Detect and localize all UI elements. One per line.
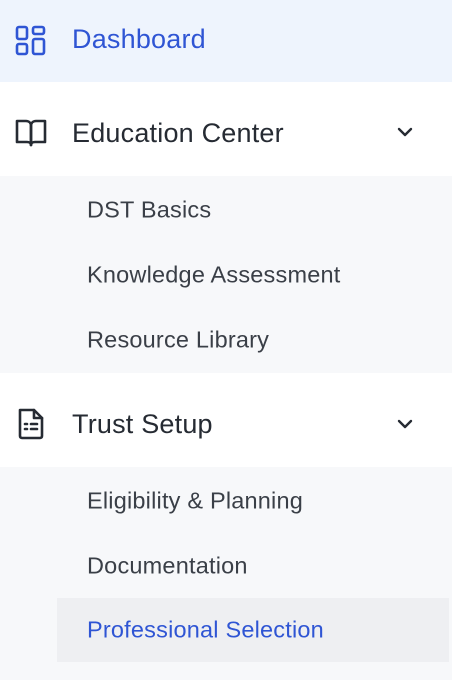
sidebar-group-trust-setup-label: Trust Setup: [72, 409, 213, 439]
sidebar-item-documentation[interactable]: Documentation: [0, 534, 452, 598]
sidebar-item-knowledge-assessment[interactable]: Knowledge Assessment: [0, 243, 452, 307]
sidebar-menu: Dashboard Education Center DST Basics Kn…: [0, 0, 452, 680]
sidebar-item-label: Eligibility & Planning: [87, 487, 304, 514]
book-open-icon: [14, 115, 48, 149]
sidebar-group-trust-setup[interactable]: Trust Setup: [0, 373, 452, 467]
sidebar-group-education-center-label: Education Center: [72, 118, 284, 148]
chevron-down-icon[interactable]: [393, 120, 417, 144]
sidebar-item-label: Resource Library: [87, 326, 270, 353]
sidebar-item-eligibility-planning[interactable]: Eligibility & Planning: [0, 469, 452, 533]
sidebar-group-education-center[interactable]: Education Center: [0, 88, 452, 176]
sidebar-item-label: Knowledge Assessment: [87, 261, 341, 288]
trust-setup-submenu: Eligibility & Planning Documentation Pro…: [0, 467, 452, 680]
dashboard-grid-icon: [14, 24, 48, 58]
sidebar-item-professional-selection[interactable]: Professional Selection: [0, 598, 452, 662]
sidebar-item-label: Professional Selection: [87, 616, 324, 643]
chevron-down-icon[interactable]: [393, 412, 417, 436]
sidebar-item-dashboard-label: Dashboard: [72, 24, 206, 54]
sidebar-item-label: Documentation: [87, 552, 248, 579]
sidebar-item-dst-basics[interactable]: DST Basics: [0, 178, 452, 242]
sidebar-item-resource-library[interactable]: Resource Library: [0, 308, 452, 372]
sidebar-item-label: DST Basics: [87, 196, 212, 223]
education-center-submenu: DST Basics Knowledge Assessment Resource…: [0, 176, 452, 373]
file-document-icon: [14, 407, 48, 441]
sidebar-item-dashboard[interactable]: Dashboard: [0, 0, 452, 82]
